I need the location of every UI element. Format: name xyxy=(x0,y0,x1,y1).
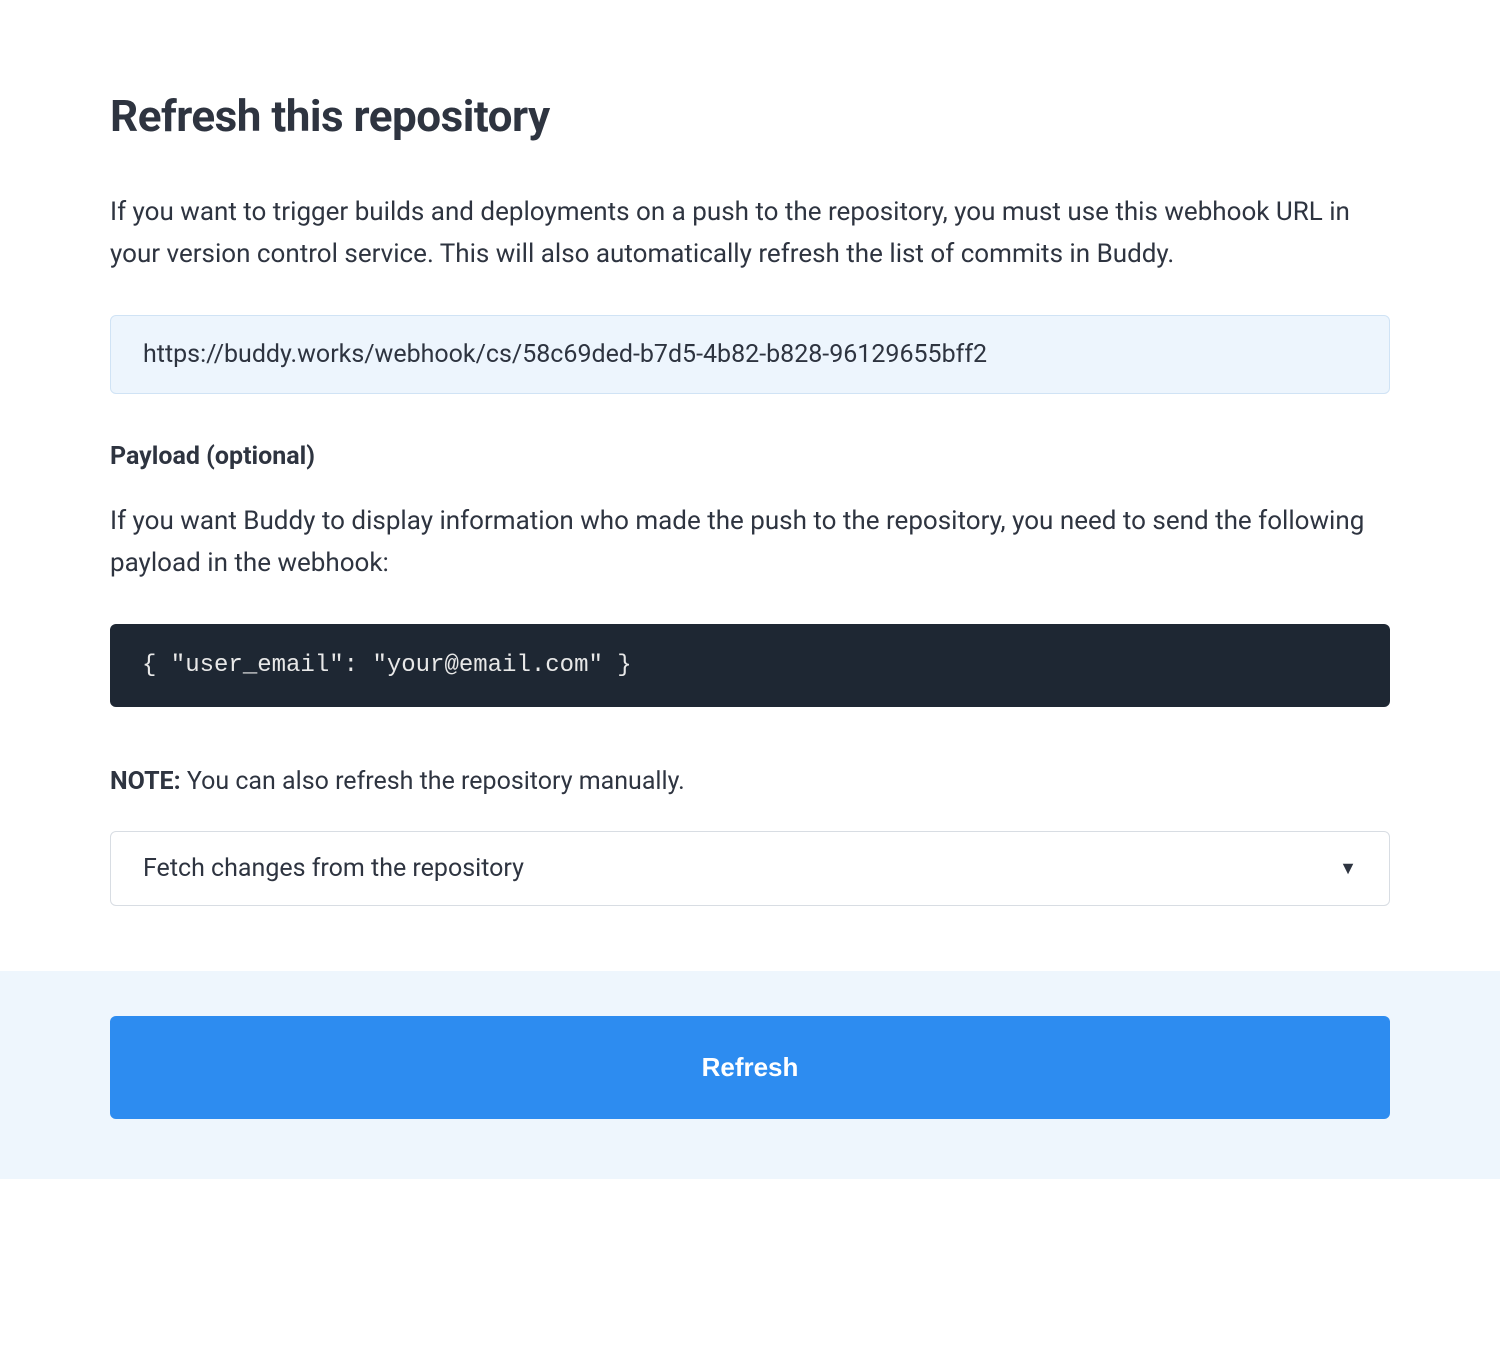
refresh-button[interactable]: Refresh xyxy=(110,1016,1390,1119)
select-value: Fetch changes from the repository xyxy=(143,854,524,883)
webhook-url-box[interactable]: https://buddy.works/webhook/cs/58c69ded-… xyxy=(110,315,1390,394)
fetch-mode-select[interactable]: Fetch changes from the repository ▼ xyxy=(110,831,1390,906)
note-line: NOTE: You can also refresh the repositor… xyxy=(110,767,1390,796)
footer-bar: Refresh xyxy=(0,971,1500,1179)
payload-title: Payload (optional) xyxy=(110,442,1390,471)
note-label: NOTE: xyxy=(110,767,181,796)
note-text: You can also refresh the repository manu… xyxy=(181,767,685,796)
payload-description: If you want Buddy to display information… xyxy=(110,501,1390,584)
payload-code-block[interactable]: { "user_email": "your@email.com" } xyxy=(110,624,1390,707)
chevron-down-icon: ▼ xyxy=(1339,858,1357,879)
webhook-description: If you want to trigger builds and deploy… xyxy=(110,192,1390,275)
page-title: Refresh this repository xyxy=(110,90,1390,142)
